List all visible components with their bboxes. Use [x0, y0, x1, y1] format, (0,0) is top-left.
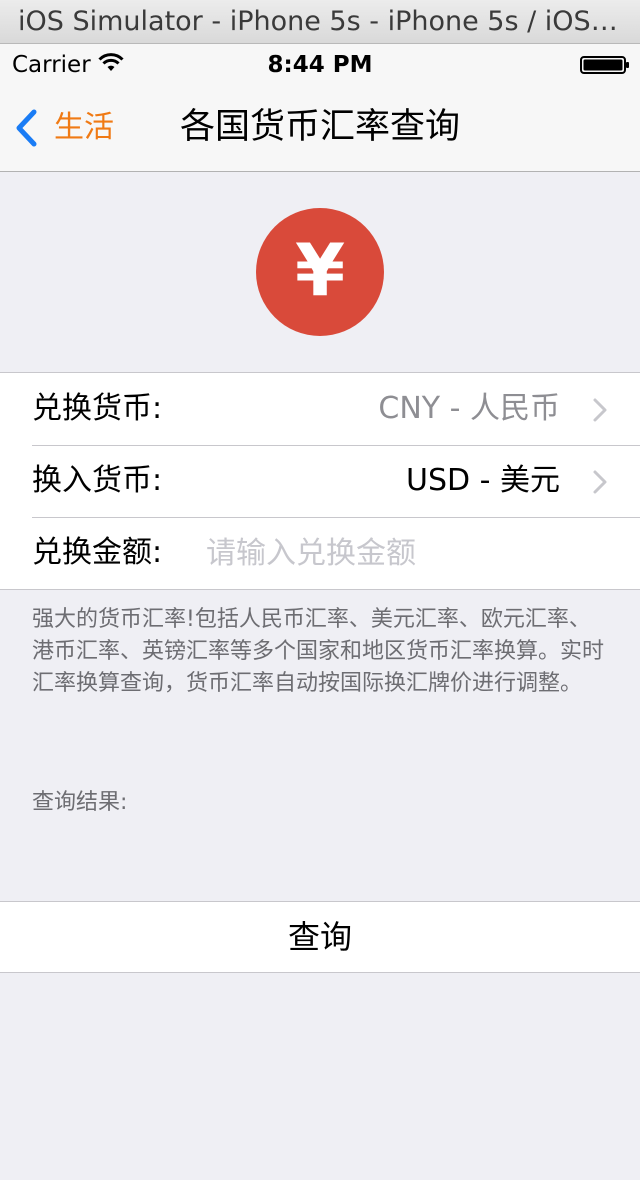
status-bar: Carrier 8:44 PM — [0, 44, 640, 84]
from-currency-row[interactable]: 兑换货币: CNY - 人民币 — [0, 373, 640, 445]
amount-label: 兑换金额: — [32, 535, 163, 570]
chevron-right-icon — [593, 470, 607, 494]
page-title: 各国货币汇率查询 — [179, 107, 460, 147]
query-button-label: 查询 — [287, 918, 352, 956]
yuan-symbol: ¥ — [294, 228, 346, 312]
simulator-title: iOS Simulator - iPhone 5s - iPhone 5s / … — [18, 6, 622, 37]
from-currency-value: CNY - 人民币 — [378, 391, 560, 426]
chevron-right-icon — [593, 398, 607, 422]
query-button[interactable]: 查询 — [0, 901, 640, 973]
status-time: 8:44 PM — [267, 52, 373, 78]
navigation-bar: 生活 各国货币汇率查询 — [0, 84, 640, 172]
description-text: 强大的货币汇率!包括人民币汇率、美元汇率、欧元汇率、港币汇率、英镑汇率等多个国家… — [32, 607, 605, 696]
to-currency-label: 换入货币: — [32, 463, 163, 498]
from-currency-label: 兑换货币: — [32, 391, 163, 426]
result-label: 查询结果: — [32, 790, 128, 815]
simulator-title-bar: iOS Simulator - iPhone 5s - iPhone 5s / … — [0, 0, 640, 44]
battery-icon — [580, 56, 629, 74]
exchange-form: 兑换货币: CNY - 人民币 换入货币: USD - 美元 兑换金额: — [0, 372, 640, 590]
header-area: ¥ — [0, 172, 640, 372]
yuan-icon: ¥ — [256, 208, 384, 336]
to-currency-row[interactable]: 换入货币: USD - 美元 — [0, 445, 640, 517]
to-currency-value: USD - 美元 — [406, 463, 560, 498]
amount-input[interactable] — [206, 529, 606, 577]
amount-row: 兑换金额: — [0, 517, 640, 589]
